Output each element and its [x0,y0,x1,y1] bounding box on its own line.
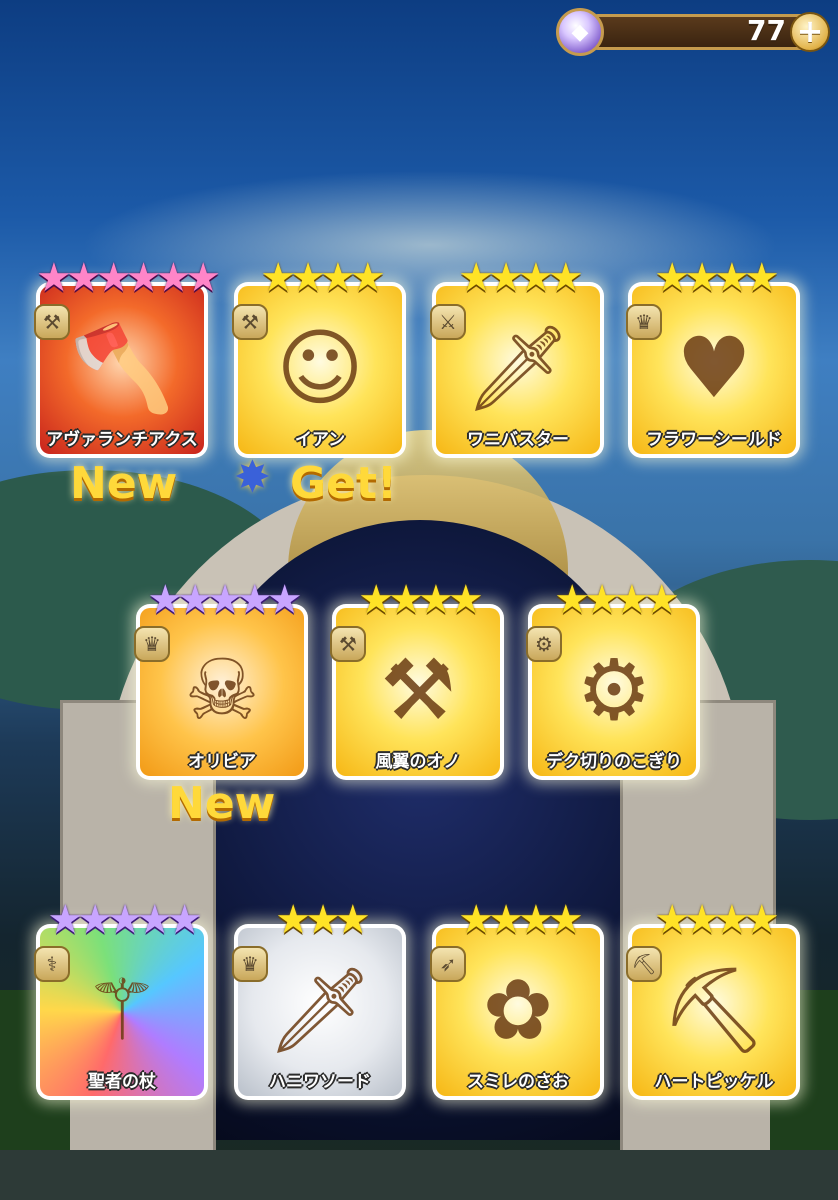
bow-icon: ➶ [430,946,466,982]
crown-shield-icon: ♛ [232,946,268,982]
diamond-gem-icon: ◆ [556,8,604,56]
card-item-name: ハートピッケル [654,1072,774,1092]
reward-card[interactable]: ★★★★ ☺ イアン ⚒ [232,256,406,458]
card-item-name: フラワーシールド [646,430,782,450]
rarity-stars: ★★★★ [654,897,779,943]
plus-icon: + [796,12,824,50]
rarity-stars: ★★★★ [458,897,583,943]
new-tag-2: New [168,778,276,829]
crown-shield-icon: ♛ [626,304,662,340]
card-item-name: 風翼のオノ [375,752,461,772]
reward-card[interactable]: ★★★★★★ 🪓 アヴァランチアクス ⚒ [34,256,221,458]
pickaxe-icon: ⛏ [626,946,662,982]
reward-card[interactable]: ★★★★ ⛏ ハートピッケル ⛏ [626,898,800,1100]
rarity-stars: ★★★★ [554,577,679,623]
card-item-name: アヴァランチアクス [46,430,198,450]
reward-card[interactable]: ★★★★ 🗡 ワニバスター ⚔ [430,256,604,458]
star-burst-icon: ✸ [234,452,271,503]
crown-shield-icon: ♛ [134,626,170,662]
card-item-name: スミレのさお [467,1072,569,1092]
reward-card[interactable]: ★★★ 🗡 ハニワソード ♛ [232,898,406,1100]
rarity-stars: ★★★★ [358,577,483,623]
rarity-stars: ★★★★★★ [36,255,221,301]
card-item-name: デク切りのこぎり [546,752,682,772]
staff-icon: ⚕ [34,946,70,982]
rarity-stars: ★★★★ [654,255,779,301]
get-tag: Get! [290,458,398,509]
rarity-stars: ★★★★ [260,255,385,301]
hammer-icon: ⚒ [34,304,70,340]
reward-card[interactable]: ★★★★★ ⚚ 聖者の杖 ⚕ [34,898,208,1100]
hammer-icon: ⚒ [232,304,268,340]
reward-card[interactable]: ★★★★ ✿ スミレのさお ➶ [430,898,604,1100]
gem-count: 77 [747,14,786,47]
rarity-stars: ★★★★★ [47,897,202,943]
card-item-name: 聖者の杖 [88,1072,156,1092]
add-gems-button[interactable]: + [790,12,830,52]
card-item-name: ワニバスター [467,430,569,450]
reward-card[interactable]: ★★★★ ⚒ 風翼のオノ ⚒ [330,578,504,780]
sword-icon: ⚔ [430,304,466,340]
reward-card[interactable]: ★★★★ ♥ フラワーシールド ♛ [626,256,800,458]
card-item-name: ハニワソード [269,1072,371,1092]
card-item-name: オリビア [188,752,256,772]
ground [0,1150,838,1200]
rarity-stars: ★★★ [275,897,371,943]
card-item-name: イアン [294,430,346,450]
gem-currency-bar: ◆ 77 + [556,8,832,56]
saw-icon: ⚙ [526,626,562,662]
new-tag: New [70,458,178,509]
rarity-stars: ★★★★ [458,255,583,301]
rarity-stars: ★★★★★ [147,577,302,623]
reward-card[interactable]: ★★★★★ ☠ オリビア ♛ [134,578,308,780]
hammer-icon: ⚒ [330,626,366,662]
reward-card[interactable]: ★★★★ ⚙ デク切りのこぎり ⚙ [526,578,700,780]
